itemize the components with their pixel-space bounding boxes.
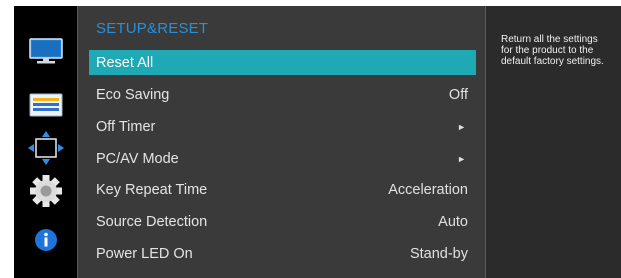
picture-icon[interactable] [26,36,66,72]
menu-item-key-repeat-time[interactable]: Key Repeat Time Acceleration [89,177,476,202]
menu-title: SETUP&RESET [96,20,209,37]
menu-item-label: Eco Saving [96,86,170,103]
onscreen-display-icon[interactable] [26,87,66,123]
menu-panel: SETUP&RESET Reset All Eco Saving Off Off… [77,6,486,278]
menu-item-value: Off [448,86,468,103]
menu-item-eco-saving[interactable]: Eco Saving Off [89,82,476,107]
menu-item-label: Key Repeat Time [96,181,208,198]
submenu-arrow-icon: ► [457,153,466,164]
left-nav [14,6,77,278]
help-text: Return all the settings for the product … [501,34,604,67]
osd-window: SETUP&RESET Reset All Eco Saving Off Off… [14,6,621,278]
menu-item-label: Off Timer [96,118,156,135]
gear-icon[interactable] [26,173,66,209]
menu-item-label: PC/AV Mode [96,150,179,167]
menu-item-value: Auto [438,213,468,230]
help-panel: Return all the settings for the product … [486,6,621,278]
submenu-arrow-icon: ► [457,121,466,132]
menu-item-label: Source Detection [96,213,208,230]
menu-item-value: Stand-by [409,245,468,262]
menu-item-label: Power LED On [96,245,193,262]
menu-item-source-detection[interactable]: Source Detection Auto [89,209,476,234]
menu-item-off-timer[interactable]: Off Timer ► [89,114,476,139]
position-arrows-icon[interactable] [26,130,66,166]
menu-item-reset-all[interactable]: Reset All [89,50,476,75]
menu-item-value: Acceleration [388,181,468,198]
info-icon[interactable] [26,222,66,258]
menu-item-power-led-on[interactable]: Power LED On Stand-by [89,241,476,266]
menu-item-pc-av-mode[interactable]: PC/AV Mode ► [89,146,476,171]
menu-item-label: Reset All [96,54,154,71]
